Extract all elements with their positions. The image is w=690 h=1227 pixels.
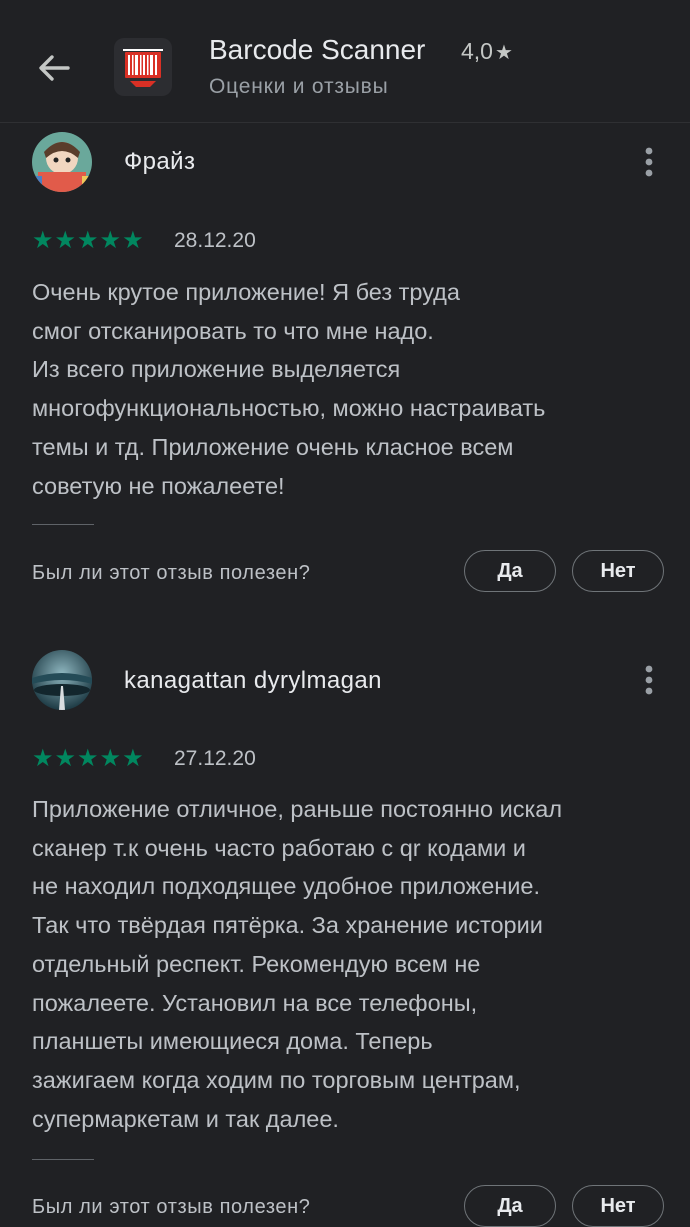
review-text-line: Из всего приложение выделяется (32, 356, 401, 383)
review-text-line: Очень крутое приложение! Я без труда (32, 279, 460, 305)
review-text-line: отдельный респект. Рекомендую всем не (32, 950, 481, 977)
rating-value: 4,0 (461, 38, 493, 64)
review-text-line: планшеты имеющиеся дома. Теперь (32, 1028, 433, 1055)
review-text-line: пожалеете. Установил на все телефоны, (32, 989, 478, 1016)
review-text-line: супермаркетам и так далее. (32, 1105, 339, 1132)
more-options-button[interactable] (634, 660, 664, 700)
review-text: Очень крутое приложение! Я без труда смо… (32, 273, 662, 505)
arrow-back-icon (39, 55, 70, 81)
more-vert-icon (645, 665, 653, 695)
review-date: 28.12.20 (174, 229, 256, 252)
barcode-app-icon (123, 49, 163, 87)
review-text-line: Приложение отличное, раньше постоянно ис… (32, 796, 563, 822)
back-button[interactable] (30, 46, 78, 90)
review-text-line: Так что твёрдая пятёрка. За хранение ист… (32, 912, 543, 939)
review-text-line: не находил подходящее удобное приложение… (32, 873, 541, 900)
page-subtitle: Оценки и отзывы (209, 75, 389, 98)
review-author: kanagattan dyrylmagan (124, 667, 382, 694)
helpful-yes-button[interactable]: Да (464, 1185, 556, 1227)
review-text: Приложение отличное, раньше постоянно ис… (32, 790, 662, 1138)
review-text-line: зажигаем когда ходим по торговым центрам… (32, 1066, 521, 1093)
star-icon: ★ (494, 42, 513, 64)
review-author: Фрайз (124, 148, 196, 175)
avatar-image-icon (32, 650, 92, 710)
app-icon[interactable] (114, 38, 172, 96)
star-rating: ★★★★★ (32, 745, 145, 772)
avatar-image-icon (32, 132, 92, 192)
divider (32, 524, 94, 525)
review-text-line: смог отсканировать то что мне надо. (32, 317, 434, 344)
helpful-no-button[interactable]: Нет (572, 550, 664, 592)
avatar[interactable] (32, 650, 92, 710)
helpful-question: Был ли этот отзыв полезен? (32, 1196, 311, 1218)
divider (32, 1159, 94, 1160)
helpful-yes-button[interactable]: Да (464, 550, 556, 592)
star-rating: ★★★★★ (32, 227, 145, 254)
review-text-line: сканер т.к очень часто работаю с qr кода… (32, 834, 526, 861)
review-text-line: многофункциональностью, можно настраиват… (32, 395, 546, 422)
review-date: 27.12.20 (174, 747, 256, 770)
helpful-no-button[interactable]: Нет (572, 1185, 664, 1227)
helpful-question: Был ли этот отзыв полезен? (32, 562, 311, 584)
top-app-bar: Barcode Scanner 4,0 ★ Оценки и отзывы (0, 0, 690, 123)
more-vert-icon (645, 147, 653, 177)
review-text-line: темы и тд. Приложение очень класное всем (32, 433, 514, 460)
app-title: Barcode Scanner (209, 34, 426, 65)
review-text-line: советую не пожалеете! (32, 472, 285, 499)
more-options-button[interactable] (634, 142, 664, 182)
avatar[interactable] (32, 132, 92, 192)
app-rating: 4,0 ★ (461, 38, 513, 65)
